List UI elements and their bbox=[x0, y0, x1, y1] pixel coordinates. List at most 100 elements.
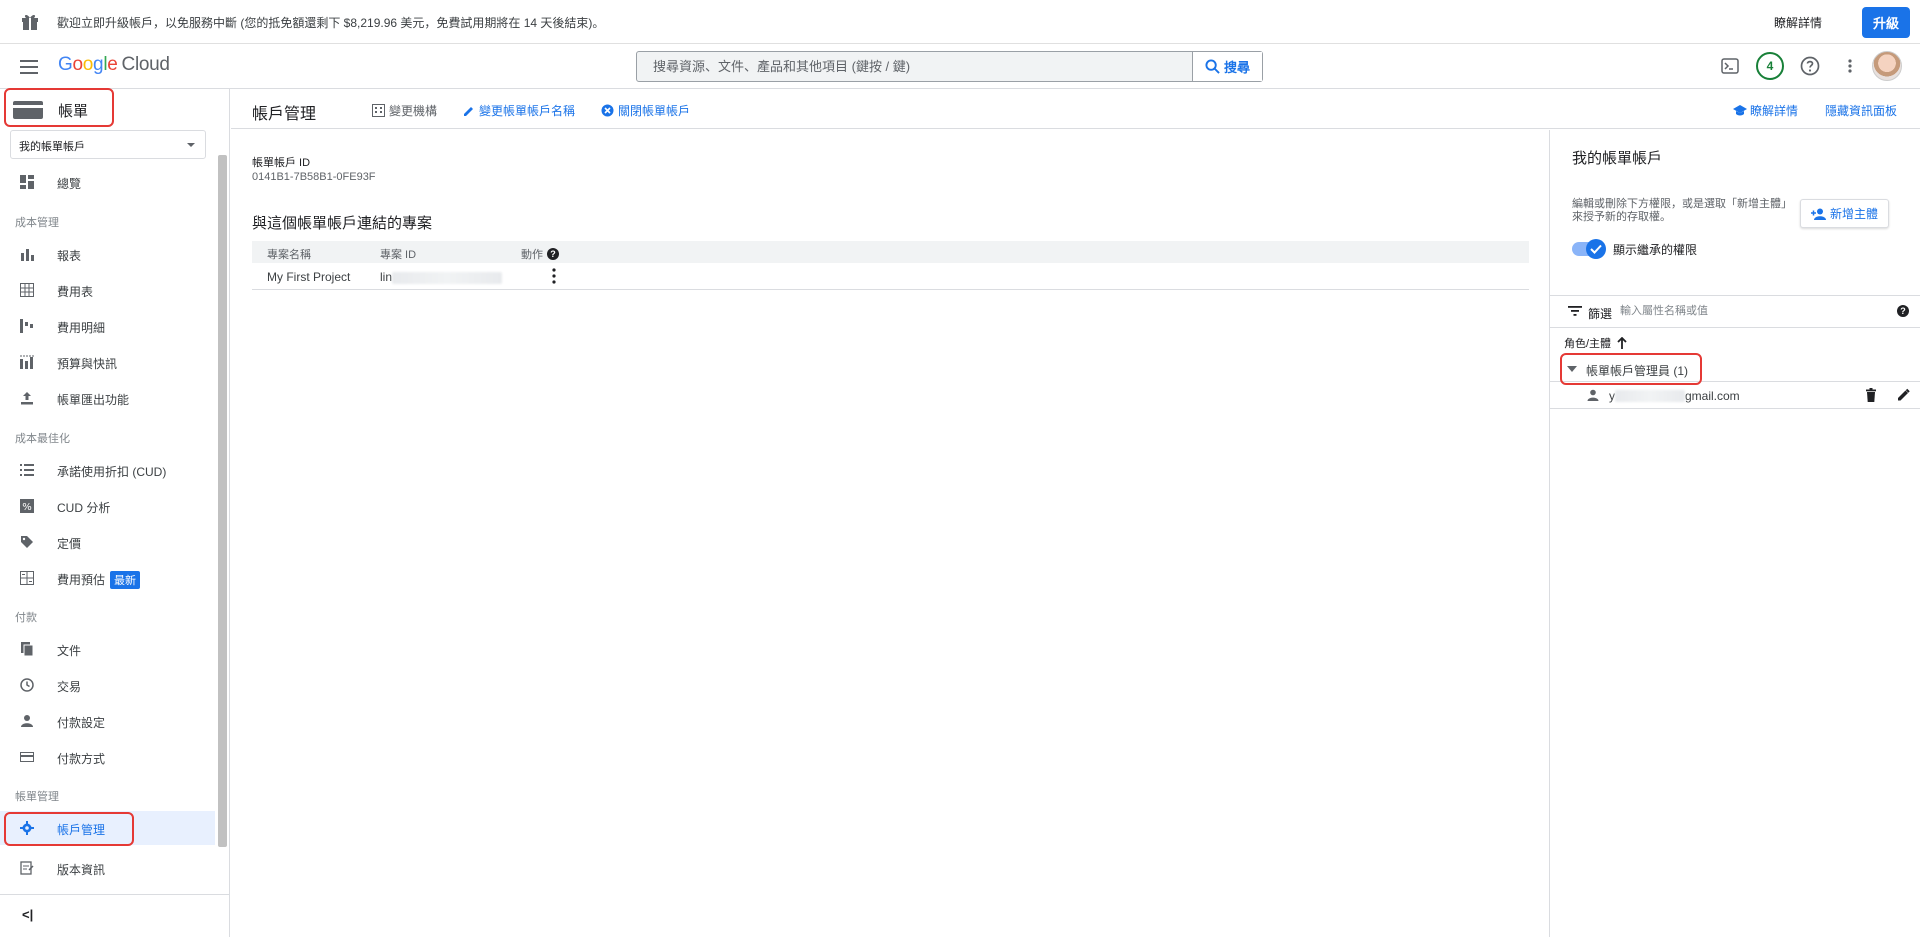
waterfall-chart-icon bbox=[20, 319, 33, 333]
info-panel-description: 編輯或刪除下方權限，或是選取「新增主體」來授予新的存取權。 bbox=[1572, 198, 1792, 223]
sidebar-scrollbar[interactable] bbox=[218, 155, 227, 847]
search-icon bbox=[1205, 59, 1220, 74]
delete-icon[interactable] bbox=[1865, 388, 1877, 402]
sidebar-item-label: 預算與快訊 bbox=[57, 357, 118, 371]
sidebar-item-cud-analysis[interactable]: % CUD 分析 bbox=[0, 489, 215, 523]
column-header-project-id[interactable]: 專案 ID bbox=[380, 246, 416, 262]
sidebar-item-pricing[interactable]: 定價 bbox=[0, 525, 215, 559]
person-add-icon bbox=[1810, 208, 1826, 220]
promo-banner: 歡迎立即升級帳戶，以免服務中斷 (您的抵免額還剩下 $8,219.96 美元，免… bbox=[0, 0, 1920, 44]
table-icon bbox=[20, 283, 34, 297]
sidebar-item-label: 費用明細 bbox=[57, 321, 106, 335]
learn-more-link[interactable]: 瞭解詳情 bbox=[1733, 102, 1798, 119]
sidebar-item-documents[interactable]: 文件 bbox=[0, 632, 215, 666]
filter-icon bbox=[1568, 306, 1582, 316]
page-toolbar: 帳戶管理 變更機構 變更帳單帳戶名稱 關閉帳單帳戶 瞭解詳情 隱藏資訊面板 bbox=[231, 89, 1920, 129]
notification-count-badge[interactable]: 4 bbox=[1756, 52, 1784, 80]
more-vert-icon[interactable] bbox=[552, 268, 556, 284]
member-row: y gmail.com bbox=[1550, 382, 1920, 409]
member-email: y gmail.com bbox=[1609, 389, 1740, 403]
sidebar-item-cud[interactable]: 承諾使用折扣 (CUD) bbox=[0, 453, 215, 487]
sidebar-item-budgets[interactable]: 預算與快訊 bbox=[0, 345, 215, 379]
show-inherited-toggle[interactable] bbox=[1572, 239, 1606, 259]
sidebar-header: 帳單 bbox=[0, 89, 230, 129]
sidebar-item-reports[interactable]: 報表 bbox=[0, 237, 215, 271]
building-icon bbox=[372, 104, 385, 117]
sidebar-item-payment-settings[interactable]: 付款設定 bbox=[0, 704, 215, 738]
list-icon bbox=[20, 464, 34, 476]
gift-icon bbox=[22, 14, 38, 30]
main-content: 帳戶管理 變更機構 變更帳單帳戶名稱 關閉帳單帳戶 瞭解詳情 隱藏資訊面板 帳單… bbox=[231, 89, 1920, 937]
section-cost-management: 成本管理 bbox=[15, 217, 59, 229]
rename-account-button[interactable]: 變更帳單帳戶名稱 bbox=[463, 102, 575, 119]
sidebar-item-cost-estimation[interactable]: 費用預估 最新 bbox=[0, 561, 215, 595]
sidebar-item-label: 文件 bbox=[57, 644, 82, 658]
help-icon[interactable]: ? bbox=[547, 248, 559, 260]
hide-info-panel-link[interactable]: 隱藏資訊面板 bbox=[1825, 102, 1897, 119]
cloud-shell-icon[interactable] bbox=[1718, 54, 1742, 78]
release-notes-icon bbox=[20, 861, 34, 875]
sidebar-item-label: 承諾使用折扣 (CUD) bbox=[57, 465, 167, 479]
banner-learn-more-link[interactable]: 瞭解詳情 bbox=[1774, 14, 1822, 31]
user-avatar[interactable] bbox=[1872, 51, 1902, 81]
billing-account-select[interactable]: 我的帳單帳戶 bbox=[10, 130, 206, 159]
change-org-button[interactable]: 變更機構 bbox=[372, 102, 437, 119]
svg-text:%: % bbox=[22, 502, 32, 513]
column-header-project-name[interactable]: 專案名稱 bbox=[267, 246, 311, 262]
filter-label: 篩選 bbox=[1588, 307, 1613, 321]
sidebar-item-label: 帳單匯出功能 bbox=[57, 393, 130, 407]
calculator-icon bbox=[20, 571, 34, 585]
google-cloud-logo[interactable]: Google Cloud bbox=[58, 54, 170, 76]
check-icon bbox=[1590, 244, 1602, 254]
edit-pencil-icon[interactable] bbox=[1897, 388, 1910, 401]
sidebar-item-billing-export[interactable]: 帳單匯出功能 bbox=[0, 381, 215, 415]
credit-card-icon bbox=[20, 752, 34, 762]
help-icon[interactable] bbox=[1798, 54, 1822, 78]
section-cost-optimization: 成本最佳化 bbox=[15, 433, 70, 445]
sidebar-item-label: 定價 bbox=[57, 537, 82, 551]
search-input[interactable] bbox=[637, 52, 1192, 81]
sidebar-item-cost-table[interactable]: 費用表 bbox=[0, 273, 215, 307]
school-icon bbox=[1733, 104, 1747, 115]
role-principal-column-header[interactable]: 角色/主體 bbox=[1564, 335, 1627, 351]
sidebar-item-label: 帳戶管理 bbox=[57, 823, 106, 837]
column-header-actions: 動作? bbox=[521, 246, 559, 262]
clock-icon bbox=[20, 678, 34, 692]
menu-icon[interactable] bbox=[20, 58, 40, 76]
budget-chart-icon bbox=[20, 355, 34, 369]
sidebar-item-cost-breakdown[interactable]: 費用明細 bbox=[0, 309, 215, 343]
document-icon bbox=[21, 642, 34, 656]
upgrade-button[interactable]: 升級 bbox=[1862, 7, 1910, 38]
filter-bar: 篩選 ? bbox=[1550, 296, 1920, 328]
close-account-button[interactable]: 關閉帳單帳戶 bbox=[601, 102, 690, 119]
sidebar-item-transactions[interactable]: 交易 bbox=[0, 668, 215, 702]
role-group-row[interactable]: 帳單帳戶管理員 (1) bbox=[1550, 355, 1920, 382]
expand-triangle-icon[interactable] bbox=[1567, 366, 1577, 372]
person-icon bbox=[1587, 389, 1599, 401]
linked-projects-title: 與這個帳單帳戶連結的專案 bbox=[252, 215, 433, 232]
new-badge: 最新 bbox=[110, 571, 141, 589]
sidebar-item-release-notes[interactable]: 版本資訊 bbox=[0, 851, 215, 885]
redacted-text bbox=[392, 271, 503, 284]
close-circle-icon bbox=[601, 104, 614, 117]
section-billing-management: 帳單管理 bbox=[15, 791, 59, 803]
sidebar-item-label: 付款方式 bbox=[57, 752, 106, 766]
search-button[interactable]: 搜尋 bbox=[1192, 52, 1262, 81]
left-sidebar: 帳單 我的帳單帳戶 總覽 成本管理 報表 費用表 費用明細 預算與快訊 帳單匯出… bbox=[0, 88, 230, 937]
sidebar-item-label: 總覽 bbox=[57, 177, 82, 191]
arrow-up-icon bbox=[1617, 337, 1627, 349]
table-row: My First Project lin bbox=[252, 263, 1529, 290]
filter-input[interactable] bbox=[1620, 300, 1870, 322]
help-icon[interactable]: ? bbox=[1897, 305, 1909, 317]
show-inherited-label: 顯示繼承的權限 bbox=[1613, 243, 1698, 257]
collapse-sidebar-button[interactable]: <| bbox=[22, 907, 33, 922]
section-payments: 付款 bbox=[15, 612, 37, 624]
banner-text: 歡迎立即升級帳戶，以免服務中斷 (您的抵免額還剩下 $8,219.96 美元，免… bbox=[57, 16, 605, 30]
gear-icon bbox=[20, 821, 34, 835]
add-principal-button[interactable]: 新增主體 bbox=[1800, 199, 1889, 228]
more-vert-icon[interactable] bbox=[1838, 54, 1862, 78]
sidebar-item-overview[interactable]: 總覽 bbox=[0, 165, 215, 199]
upload-icon bbox=[21, 392, 33, 405]
sidebar-item-account-management[interactable]: 帳戶管理 bbox=[0, 811, 215, 845]
sidebar-item-payment-method[interactable]: 付款方式 bbox=[0, 740, 215, 774]
